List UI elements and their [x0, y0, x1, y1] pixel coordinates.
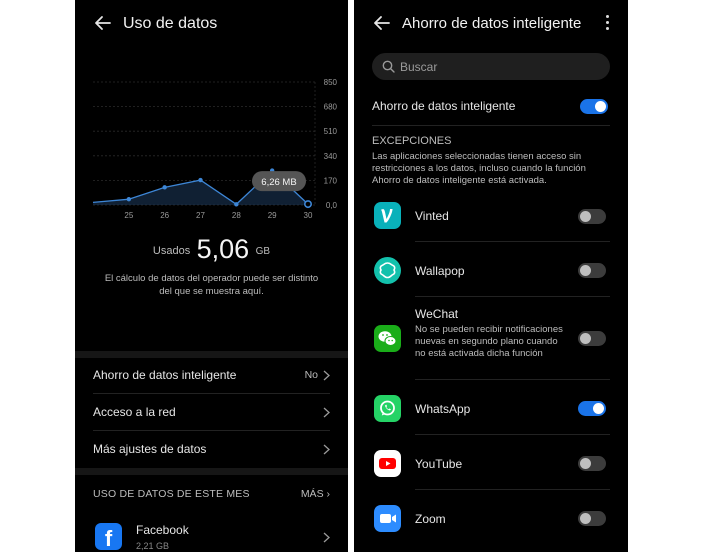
usage-summary: Usados 5,06 GB — [75, 234, 348, 265]
row-divider — [93, 430, 330, 431]
wallapop-icon — [374, 257, 401, 284]
section-divider — [75, 468, 348, 475]
y-tick-label: 170 — [324, 176, 338, 185]
menu-row-more-settings[interactable]: Más ajustes de datos — [75, 432, 348, 468]
wechat-icon — [374, 325, 401, 352]
youtube-toggle[interactable] — [578, 456, 606, 471]
menu-row-network-access[interactable]: Acceso a la red — [75, 395, 348, 431]
app-name: Vinted — [415, 209, 449, 223]
chevron-right-icon — [323, 532, 330, 543]
operator-note: El cálculo de datos del operador puede s… — [104, 273, 319, 297]
row-divider — [415, 296, 610, 297]
data-point — [126, 197, 132, 202]
x-tick-label: 29 — [268, 211, 277, 220]
chevron-right-icon — [323, 407, 330, 418]
x-tick-label: 30 — [304, 211, 313, 220]
data-point — [304, 200, 313, 209]
row-divider — [93, 393, 330, 394]
menu-row-label: Acceso a la red — [93, 405, 176, 419]
app-name: Zoom — [415, 512, 446, 526]
row-divider — [415, 241, 610, 242]
y-tick-label: 510 — [324, 127, 338, 136]
menu-row-label: Ahorro de datos inteligente — [93, 368, 237, 382]
back-arrow-icon[interactable] — [93, 13, 113, 33]
page-title: Ahorro de datos inteligente — [402, 15, 582, 32]
row-divider — [415, 434, 610, 435]
usage-line-chart[interactable]: 850 680 510 340 170 0,0 25 26 27 28 29 30 6,26 MB — [75, 70, 348, 230]
chevron-right-icon — [323, 370, 330, 381]
whatsapp-toggle[interactable] — [578, 401, 606, 416]
app-name[interactable]: Facebook — [136, 523, 189, 537]
data-point — [198, 177, 203, 183]
app-description: No se pueden recibir notificaciones nuev… — [415, 324, 563, 359]
app-name: YouTube — [415, 457, 463, 471]
data-point — [162, 185, 167, 190]
row-divider — [372, 125, 610, 126]
y-tick-label: 850 — [324, 78, 338, 87]
app-usage: 2,21 GB — [136, 541, 170, 551]
x-tick-label: 27 — [196, 211, 205, 220]
exceptions-description: Las aplicaciones seleccionadas tienen ac… — [372, 151, 586, 186]
more-link-label: MÁS — [300, 488, 324, 500]
data-usage-screen: Uso de datos 850 680 510 340 170 0,0 25 26 27 28 2… — [75, 0, 348, 552]
search-input[interactable]: Buscar — [372, 53, 610, 80]
wechat-toggle[interactable] — [578, 331, 606, 346]
smart-saver-label: Ahorro de datos inteligente — [372, 99, 516, 113]
top-bar: Uso de datos — [75, 0, 348, 48]
row-divider — [415, 489, 610, 490]
search-icon — [382, 60, 395, 73]
y-tick-label: 680 — [324, 103, 338, 112]
y-tick-label: 340 — [324, 152, 338, 161]
x-tick-label: 25 — [124, 211, 133, 220]
smart-saver-toggle[interactable] — [580, 99, 608, 114]
x-tick-label: 28 — [232, 211, 241, 220]
usage-label: Usados — [152, 245, 191, 257]
zoom-toggle[interactable] — [578, 511, 606, 526]
y-tick-label: 0,0 — [326, 201, 338, 210]
more-options-icon[interactable] — [604, 15, 610, 33]
top-bar: Ahorro de datos inteligente — [354, 0, 628, 48]
app-name: Wallapop — [415, 264, 465, 278]
section-title: USO DE DATOS DE ESTE MES — [93, 488, 250, 500]
search-placeholder: Buscar — [400, 60, 438, 74]
usage-unit: GB — [255, 246, 271, 257]
whatsapp-icon — [374, 395, 401, 422]
usage-value: 5,06 — [196, 234, 250, 264]
chevron-right-icon — [323, 444, 330, 455]
vinted-toggle[interactable] — [578, 209, 606, 224]
x-tick-label: 26 — [160, 211, 169, 220]
more-link[interactable]: MÁS › — [301, 488, 330, 500]
exceptions-title: EXCEPCIONES — [372, 135, 452, 147]
vinted-icon — [374, 202, 401, 229]
page-title: Uso de datos — [123, 15, 218, 32]
youtube-icon — [374, 450, 401, 477]
smart-data-saver-screen: Ahorro de datos inteligente Buscar Ahorr… — [354, 0, 628, 552]
menu-row-label: Más ajustes de datos — [93, 442, 207, 456]
data-point — [234, 202, 239, 207]
tooltip-label: 6,26 MB — [261, 177, 296, 188]
app-name: WeChat — [415, 307, 459, 321]
row-divider — [415, 379, 610, 380]
section-divider — [75, 351, 348, 358]
zoom-icon — [374, 505, 401, 532]
menu-row-smart-saver[interactable]: Ahorro de datos inteligente No — [75, 358, 348, 394]
app-name: WhatsApp — [415, 402, 471, 416]
wallapop-toggle[interactable] — [578, 263, 606, 278]
menu-row-value: No — [304, 369, 318, 381]
facebook-icon: f — [95, 523, 122, 550]
back-arrow-icon[interactable] — [372, 13, 392, 33]
